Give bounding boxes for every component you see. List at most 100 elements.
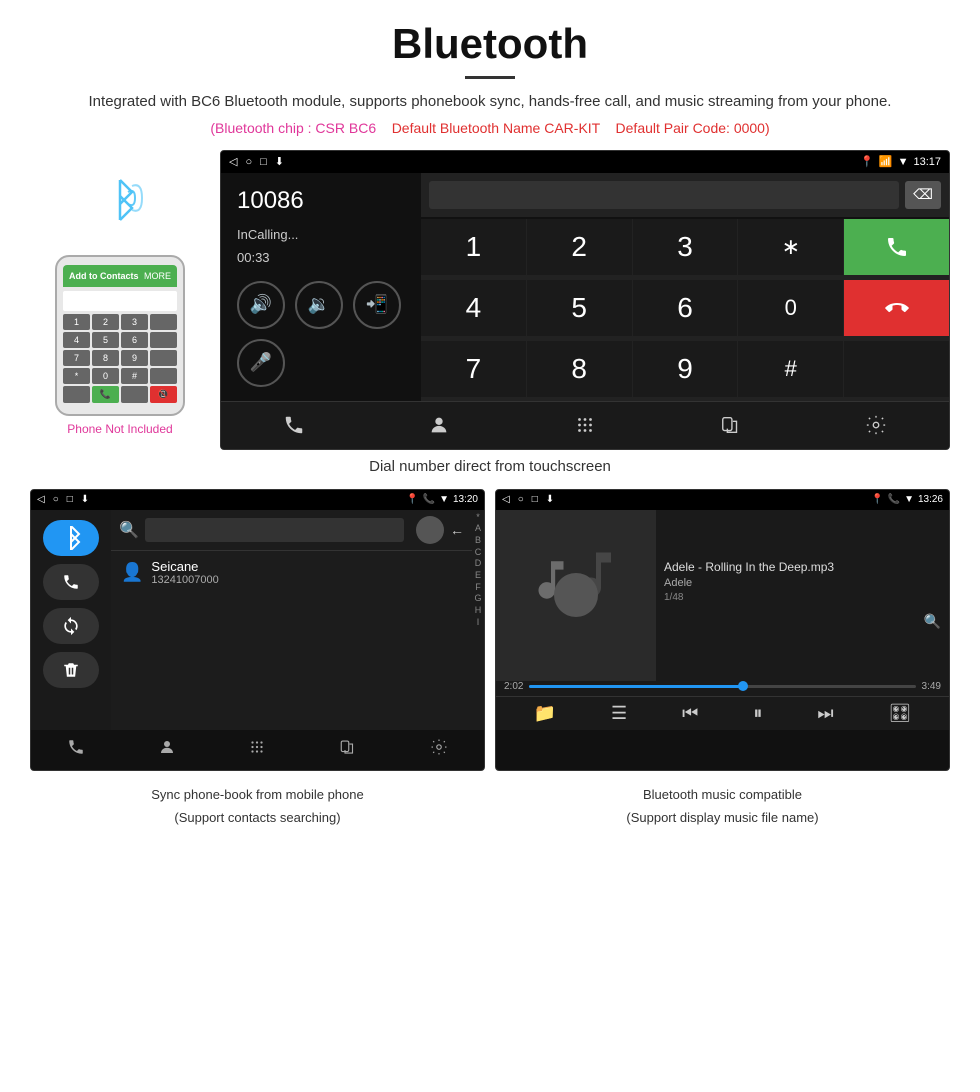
- music-square-icon[interactable]: □: [532, 494, 538, 505]
- pb-home-icon[interactable]: ○: [53, 494, 59, 505]
- numpad-endcall-button[interactable]: [844, 280, 949, 336]
- numpad-zero[interactable]: 0: [738, 280, 843, 336]
- phone-key-star[interactable]: *: [63, 368, 90, 384]
- pb-search-bar[interactable]: [145, 518, 404, 542]
- back-icon[interactable]: ◁: [229, 155, 237, 168]
- pb-search-row: 🔍 ←: [111, 510, 472, 551]
- pb-nav-call[interactable]: [67, 738, 85, 761]
- numpad-2[interactable]: 2: [527, 219, 632, 275]
- download-icon: ⬇: [275, 155, 284, 168]
- pb-nav-contacts[interactable]: [158, 738, 176, 761]
- pb-alpha-index: * A B C D E F G H I: [472, 510, 484, 730]
- nav-transfer[interactable]: [711, 405, 751, 445]
- music-next-button[interactable]: ⏭: [817, 703, 833, 724]
- music-search-button[interactable]: 🔍: [924, 613, 941, 630]
- pb-nav-contacts-icon: [158, 738, 176, 756]
- numpad-hash[interactable]: #: [738, 341, 843, 397]
- home-icon[interactable]: ○: [245, 156, 252, 168]
- pb-location-icon: 📍: [406, 494, 418, 505]
- numpad-6[interactable]: 6: [633, 280, 738, 336]
- phone-keypad: 1 2 3 4 5 6 7 8 9 * 0 # �: [63, 314, 177, 403]
- bluetooth-icon-area: [90, 170, 150, 245]
- music-progress-bar[interactable]: [529, 685, 915, 688]
- pb-contact-row[interactable]: 👤 Seicane 13241007000: [111, 551, 472, 594]
- music-time-current: 2:02: [504, 681, 523, 692]
- dial-android-screen: ◁ ○ □ ⬇ 📍 📶 ▼ 13:17: [220, 150, 950, 450]
- caption-phonebook: Sync phone-book from mobile phone (Suppo…: [30, 781, 485, 829]
- numpad-5[interactable]: 5: [527, 280, 632, 336]
- call-icon: [885, 235, 909, 259]
- phone-display: [63, 291, 177, 311]
- pb-call-btn[interactable]: [43, 564, 99, 600]
- nav-settings[interactable]: [856, 405, 896, 445]
- nav-call-log[interactable]: [274, 405, 314, 445]
- numpad-9[interactable]: 9: [633, 341, 738, 397]
- phone-key-empty4: [150, 368, 177, 384]
- pb-nav-dialpad[interactable]: [248, 738, 266, 761]
- numpad-4[interactable]: 4: [421, 280, 526, 336]
- phone-key-5[interactable]: 5: [92, 332, 119, 348]
- pb-sync-btn[interactable]: [43, 608, 99, 644]
- music-album-wrapper: [506, 525, 646, 665]
- volume-up-button[interactable]: 🔊: [237, 281, 285, 329]
- pb-search-icon[interactable]: 🔍: [119, 520, 139, 540]
- numpad-7[interactable]: 7: [421, 341, 526, 397]
- music-play-pause-button[interactable]: ⏸: [753, 703, 762, 724]
- music-back-icon[interactable]: ◁: [502, 494, 510, 505]
- music-home-icon[interactable]: ○: [518, 494, 524, 505]
- main-screen-wrap: ◁ ○ □ ⬇ 📍 📶 ▼ 13:17: [220, 150, 950, 450]
- phone-key-2[interactable]: 2: [92, 314, 119, 330]
- pb-layout: 🔍 ← 👤 Seicane 13241007000: [31, 510, 484, 730]
- pb-delete-btn[interactable]: [43, 652, 99, 688]
- dial-content: 10086 InCalling... 00:33 🔊 🔉 📲 🎤: [221, 173, 949, 401]
- square-icon[interactable]: □: [260, 156, 267, 168]
- numpad-8[interactable]: 8: [527, 341, 632, 397]
- phone-key-4[interactable]: 4: [63, 332, 90, 348]
- music-playlist-button[interactable]: ☰: [611, 703, 627, 724]
- pb-bluetooth-btn[interactable]: [43, 520, 99, 556]
- phone-key-7[interactable]: 7: [63, 350, 90, 366]
- pb-nav-transfer[interactable]: [339, 738, 357, 761]
- phone-key-call[interactable]: 📞: [92, 386, 119, 403]
- volume-down-button[interactable]: 🔉: [295, 281, 343, 329]
- transfer-button[interactable]: 📲: [353, 281, 401, 329]
- music-status-time: 13:26: [918, 494, 943, 505]
- backspace-button[interactable]: ⌫: [905, 181, 941, 209]
- pb-nav-transfer-icon: [339, 738, 357, 756]
- dial-right: ⌫ 1 2 3 ∗ 4 5 6: [421, 173, 949, 401]
- music-eq-button[interactable]: 🎛: [889, 703, 912, 724]
- music-folder-button[interactable]: 📁: [534, 703, 556, 724]
- phone-key-3[interactable]: 3: [121, 314, 148, 330]
- caption-music-line1: Bluetooth music compatible: [495, 786, 950, 804]
- dial-input-field[interactable]: [429, 181, 899, 209]
- pb-back-icon[interactable]: ◁: [37, 494, 45, 505]
- phone-key-endcall[interactable]: 📵: [150, 386, 177, 403]
- status-bar-left: ◁ ○ □ ⬇: [229, 155, 284, 168]
- numpad-empty: [844, 341, 949, 397]
- music-controls: 📁 ☰ ⏮ ⏸ ⏭ 🎛: [496, 696, 949, 730]
- phone-key-8[interactable]: 8: [92, 350, 119, 366]
- phone-key-0[interactable]: 0: [92, 368, 119, 384]
- music-prev-button[interactable]: ⏮: [682, 703, 698, 724]
- nav-dialpad[interactable]: [565, 405, 605, 445]
- phone-key-6[interactable]: 6: [121, 332, 148, 348]
- pb-alpha-c: C: [475, 547, 482, 559]
- numpad-call-button[interactable]: [844, 219, 949, 275]
- pb-status-bar: ◁ ○ □ ⬇ 📍 📞 ▼ 13:20: [31, 490, 484, 510]
- mic-button[interactable]: 🎤: [237, 339, 285, 387]
- pb-alpha-g: G: [474, 593, 481, 605]
- numpad-3[interactable]: 3: [633, 219, 738, 275]
- nav-contacts[interactable]: [419, 405, 459, 445]
- phone-key-1[interactable]: 1: [63, 314, 90, 330]
- pb-nav-settings[interactable]: [430, 738, 448, 761]
- phone-key-hash[interactable]: #: [121, 368, 148, 384]
- pb-call-icon: 📞: [423, 494, 435, 505]
- numpad-1[interactable]: 1: [421, 219, 526, 275]
- pb-square-icon[interactable]: □: [67, 494, 73, 505]
- numpad-star[interactable]: ∗: [738, 219, 843, 275]
- music-song-title: Adele - Rolling In the Deep.mp3: [664, 560, 941, 574]
- phone-key-9[interactable]: 9: [121, 350, 148, 366]
- music-wifi-icon: ▼: [904, 494, 914, 505]
- pb-back-arrow[interactable]: ←: [450, 522, 464, 538]
- sync-icon: [61, 616, 81, 636]
